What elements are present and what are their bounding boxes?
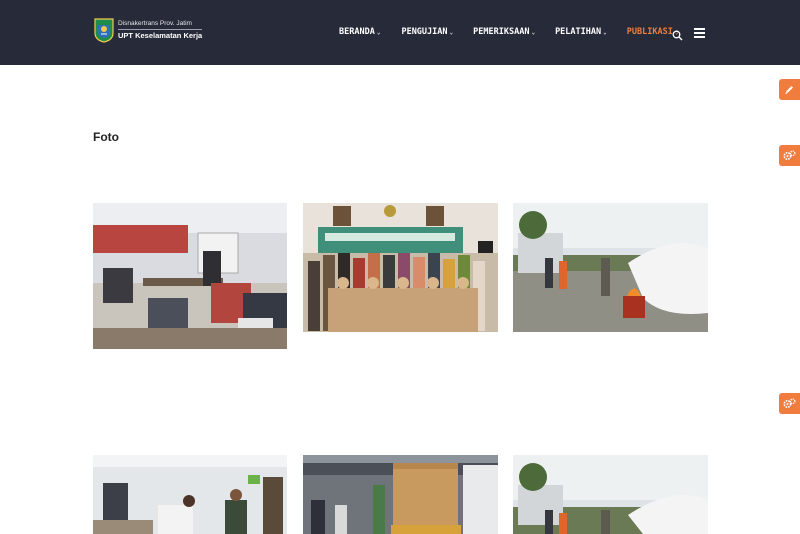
- chevron-down-icon: ⌄: [449, 28, 454, 36]
- menu-item-pengujian[interactable]: PENGUJIAN ⌄: [401, 27, 453, 37]
- gallery-photo-group[interactable]: [303, 203, 498, 332]
- side-tab-settings[interactable]: [779, 145, 800, 166]
- gallery-photo-fire-drill[interactable]: [513, 455, 708, 534]
- menu-item-pemeriksaan[interactable]: PEMERIKSAAN ⌄: [473, 27, 535, 37]
- page-title: Foto: [93, 130, 119, 144]
- menu-item-label: PEMERIKSAAN: [473, 27, 530, 37]
- side-tab-pencil[interactable]: [779, 79, 800, 100]
- menu-item-label: PELATIHAN: [555, 27, 602, 37]
- main-menu: BERANDA ⌄ PENGUJIAN ⌄ PEMERIKSAAN ⌄ PELATIH…: [339, 27, 678, 37]
- menu-item-label: PENGUJIAN: [401, 27, 448, 37]
- menu-item-beranda[interactable]: BERANDA ⌄: [339, 27, 380, 37]
- chevron-down-icon: ⌄: [376, 28, 381, 36]
- jatim-emblem-icon: [93, 17, 115, 43]
- gallery-photo-office-room[interactable]: [93, 455, 287, 534]
- gallery-photo-training-classroom[interactable]: [93, 203, 287, 349]
- menu-icon[interactable]: [694, 28, 705, 38]
- site-logo[interactable]: Disnakertrans Prov. Jatim UPT Keselamata…: [93, 17, 203, 43]
- gallery-photo-warehouse[interactable]: [303, 455, 498, 534]
- gallery-photo-fire-drill[interactable]: [513, 203, 708, 332]
- search-icon[interactable]: [672, 28, 683, 41]
- logo-subtitle: Disnakertrans Prov. Jatim: [118, 20, 203, 30]
- menu-item-label: PUBLIKASI: [626, 27, 673, 37]
- gears-icon: [783, 398, 796, 409]
- side-tab-settings[interactable]: [779, 393, 800, 414]
- menu-item-label: BERANDA: [339, 27, 375, 37]
- pencil-icon: [785, 86, 793, 94]
- top-navbar: Disnakertrans Prov. Jatim UPT Keselamata…: [0, 0, 800, 65]
- menu-item-publikasi[interactable]: PUBLIKASI ⌄: [627, 27, 679, 37]
- chevron-down-icon: ⌄: [531, 28, 536, 36]
- logo-title: UPT Keselamatan Kerja: [118, 31, 203, 40]
- chevron-down-icon: ⌄: [603, 28, 607, 36]
- menu-item-pelatihan[interactable]: PELATIHAN ⌄: [555, 27, 607, 37]
- gears-icon: [783, 150, 796, 161]
